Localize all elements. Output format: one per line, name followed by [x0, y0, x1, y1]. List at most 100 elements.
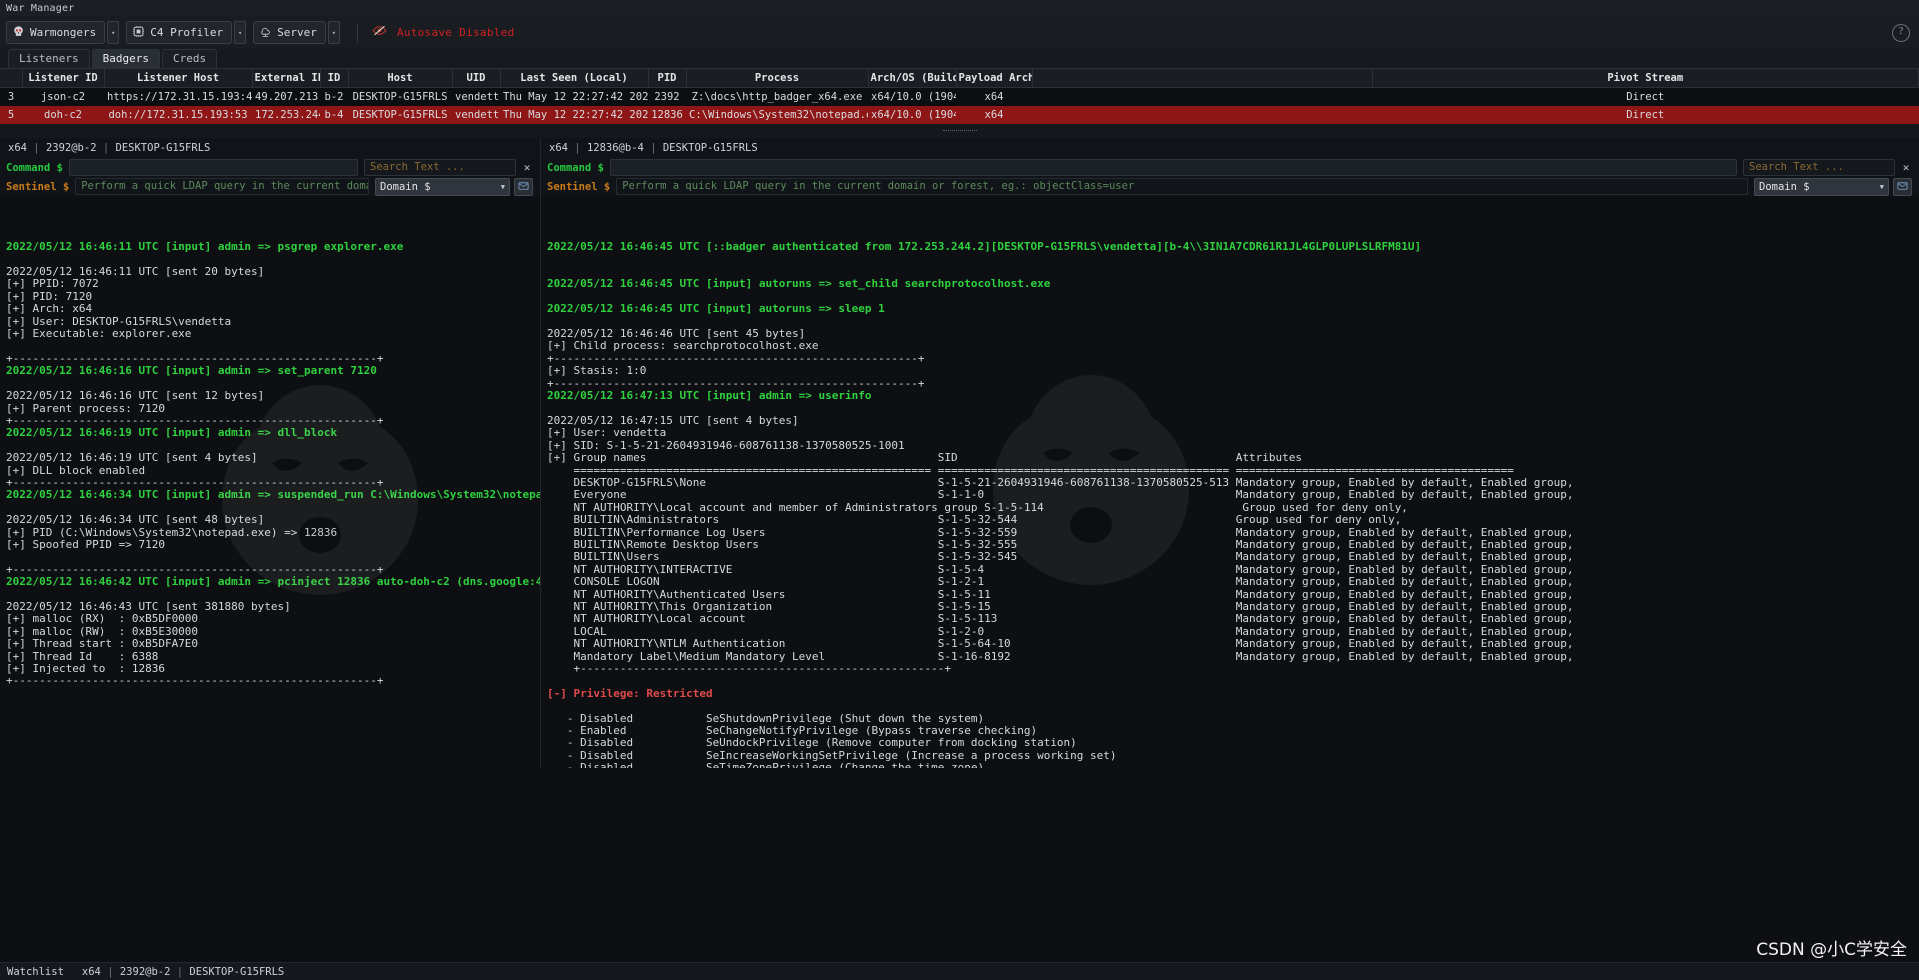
cell-pid: 2392: [648, 88, 686, 107]
right-pane-arch: x64: [549, 142, 568, 154]
right-command-label: Command $: [547, 162, 604, 174]
left-send-button[interactable]: [514, 178, 533, 196]
left-sentinel-input[interactable]: Perform a quick LDAP query in the curren…: [75, 178, 369, 195]
console-line: BUILTIN\Users S-1-5-32-545 Mandatory gro…: [547, 551, 1919, 563]
cell-index: 3: [0, 88, 22, 107]
status-session: 2392@b-2: [120, 966, 171, 978]
left-domain-select[interactable]: Domain $ ▼: [375, 178, 510, 196]
left-pane-arch: x64: [8, 142, 27, 154]
console-line: NT AUTHORITY\NTLM Authentication S-1-5-6…: [547, 638, 1919, 650]
col-uid[interactable]: UID: [452, 69, 500, 88]
table-row[interactable]: 3 json-c2 https://172.31.15.193:443 49.2…: [0, 88, 1919, 107]
left-console-output[interactable]: 2022/05/12 16:46:11 UTC [input] admin =>…: [0, 196, 540, 768]
left-command-input[interactable]: [69, 159, 358, 176]
cell-external-ip: 172.253.244.2: [252, 106, 320, 124]
col-blank[interactable]: [0, 69, 22, 88]
chevron-down-icon: ▼: [501, 183, 505, 191]
status-bar: Watchlist x64 | 2392@b-2 | DESKTOP-G15FR…: [0, 962, 1919, 980]
console-line: [+] Spoofed PPID => 7120: [6, 539, 540, 551]
tab-badgers[interactable]: Badgers: [92, 49, 160, 68]
c4-profiler-button[interactable]: C4 Profiler: [126, 21, 232, 44]
right-title-sep-2: |: [650, 142, 663, 154]
c4-profiler-dropdown-arrow[interactable]: ▾: [234, 21, 246, 44]
csdn-watermark: CSDN @小C学安全: [1756, 935, 1907, 960]
status-session-info: x64 | 2392@b-2 | DESKTOP-G15FRLS: [82, 966, 284, 978]
console-line: CONSOLE LOGON S-1-2-1 Mandatory group, E…: [547, 576, 1919, 588]
col-pid[interactable]: PID: [648, 69, 686, 88]
left-title-sep-2: |: [103, 142, 116, 154]
console-line: 2022/05/12 16:47:13 UTC [input] admin =>…: [547, 390, 1919, 402]
left-close-icon[interactable]: ✕: [520, 161, 534, 174]
console-line: [547, 675, 1919, 687]
col-listener-host[interactable]: Listener Host: [104, 69, 252, 88]
cell-last-seen: Thu May 12 22:27:42 2022: [500, 88, 648, 107]
col-listener-id[interactable]: Listener ID: [22, 69, 104, 88]
tab-listeners[interactable]: Listeners: [8, 49, 90, 68]
table-header-row: Listener ID Listener Host External IP ID…: [0, 69, 1919, 88]
left-title-sep-1: |: [33, 142, 46, 154]
tab-creds[interactable]: Creds: [162, 49, 217, 68]
cell-host: DESKTOP-G15FRLS: [348, 88, 452, 107]
col-arch-os[interactable]: Arch/OS (Build): [868, 69, 956, 88]
right-sentinel-label: Sentinel $: [547, 181, 610, 193]
console-line: [+] malloc (RX) : 0xB5DF0000: [6, 613, 540, 625]
table-row[interactable]: 5 doh-c2 doh://172.31.15.193:53 172.253.…: [0, 106, 1919, 124]
right-sentinel-input[interactable]: Perform a quick LDAP query in the curren…: [616, 178, 1748, 195]
console-line: - Disabled SeUndockPrivilege (Remove com…: [547, 737, 1919, 749]
right-console-output[interactable]: 2022/05/12 16:46:45 UTC [::badger authen…: [541, 196, 1919, 768]
console-line: BUILTIN\Administrators S-1-5-32-544 Grou…: [547, 514, 1919, 526]
console-line: [+] Stasis: 1:0: [547, 365, 1919, 377]
col-process[interactable]: Process: [686, 69, 868, 88]
right-pane-title: x64 | 12836@b-4 | DESKTOP-G15FRLS: [541, 138, 1919, 158]
col-pivot-stream[interactable]: Pivot Stream: [1372, 69, 1919, 88]
col-external-ip[interactable]: External IP: [252, 69, 320, 88]
help-icon[interactable]: ?: [1892, 24, 1910, 42]
left-pane-session: 2392@b-2: [46, 142, 97, 154]
server-button-label: Server: [277, 26, 317, 39]
right-search-input[interactable]: Search Text ...: [1743, 159, 1895, 176]
console-line: 2022/05/12 16:46:34 UTC [sent 48 bytes]: [6, 514, 540, 526]
cell-pivot-stream: Direct: [1372, 88, 1919, 107]
right-title-sep-1: |: [574, 142, 587, 154]
cell-pivot-stream: Direct: [1372, 106, 1919, 124]
console-line: 2022/05/12 16:46:19 UTC [sent 4 bytes]: [6, 452, 540, 464]
warmongers-button[interactable]: Warmongers: [6, 21, 105, 44]
left-sentinel-row: Sentinel $ Perform a quick LDAP query in…: [0, 177, 540, 196]
right-command-input[interactable]: [610, 159, 1737, 176]
eye-slash-icon[interactable]: [372, 23, 387, 42]
col-spacer[interactable]: [1032, 69, 1372, 88]
window-titlebar: War Manager: [0, 0, 1919, 16]
cell-uid: vendetta: [452, 88, 500, 107]
cell-payload-arch: x64: [956, 88, 1032, 107]
pane-menu-icon[interactable]: [1903, 140, 1915, 152]
right-send-button[interactable]: [1893, 178, 1912, 196]
left-pane-host: DESKTOP-G15FRLS: [116, 142, 211, 154]
col-last-seen[interactable]: Last Seen (Local): [500, 69, 648, 88]
left-sentinel-label: Sentinel $: [6, 181, 69, 193]
send-icon: [1897, 181, 1908, 192]
server-button[interactable]: Server: [253, 21, 326, 44]
main-toolbar: Warmongers ▾ C4 Profiler ▾ Server ▾ Auto…: [0, 16, 1919, 49]
cell-process: Z:\docs\http_badger_x64.exe: [686, 88, 868, 107]
left-search-input[interactable]: Search Text ...: [364, 159, 516, 176]
console-line: [+] Group names SID Attributes: [547, 452, 1919, 464]
warmongers-dropdown-arrow[interactable]: ▾: [107, 21, 119, 44]
window-title: War Manager: [6, 3, 74, 14]
horizontal-splitter[interactable]: [0, 124, 1919, 138]
col-payload-arch[interactable]: Payload Arch: [956, 69, 1032, 88]
console-line: Everyone S-1-1-0 Mandatory group, Enable…: [547, 489, 1919, 501]
console-line: 2022/05/12 16:46:45 UTC [::badger authen…: [547, 241, 1919, 253]
right-close-icon[interactable]: ✕: [1899, 161, 1913, 174]
cell-uid: vendetta: [452, 106, 500, 124]
cloud-server-icon: [259, 25, 272, 41]
toolbar-divider: [357, 23, 358, 43]
console-line: +---------------------------------------…: [547, 353, 1919, 365]
watchlist-label[interactable]: Watchlist: [7, 966, 64, 978]
col-id[interactable]: ID: [320, 69, 348, 88]
status-host: DESKTOP-G15FRLS: [189, 966, 284, 978]
cell-payload-arch: x64: [956, 106, 1032, 124]
col-host[interactable]: Host: [348, 69, 452, 88]
server-dropdown-arrow[interactable]: ▾: [328, 21, 340, 44]
right-domain-select[interactable]: Domain $ ▼: [1754, 178, 1889, 196]
status-arch: x64: [82, 966, 101, 978]
